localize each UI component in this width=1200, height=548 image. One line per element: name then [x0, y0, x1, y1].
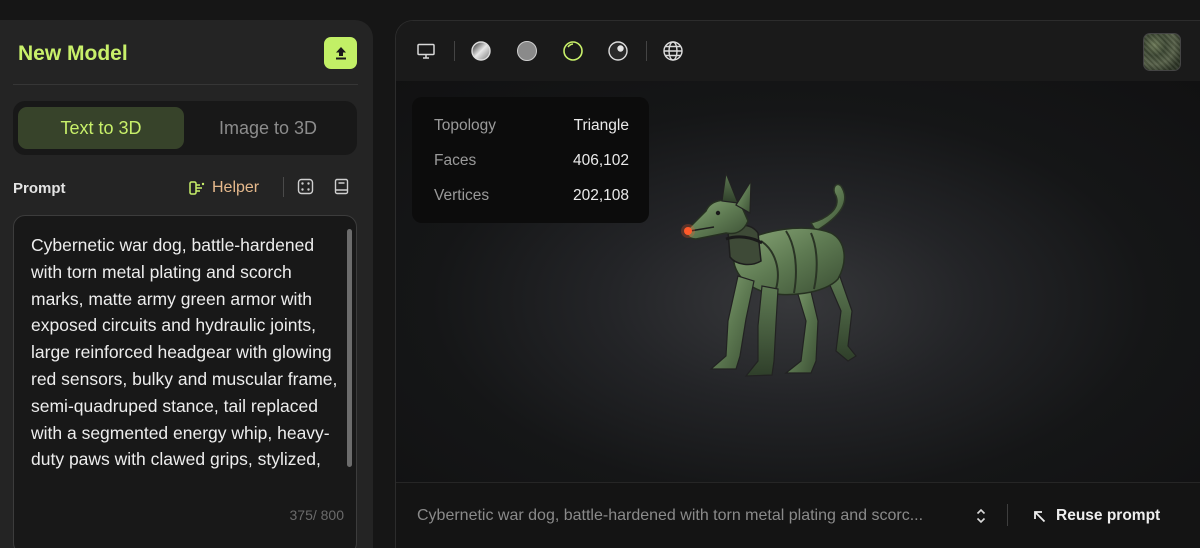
model-viewer: Topology Triangle Faces 406,102 Vertices… — [395, 20, 1200, 548]
stat-topology: Topology Triangle — [434, 117, 629, 135]
panel-title: New Model — [18, 42, 128, 65]
stat-label: Topology — [434, 117, 497, 134]
tab-text-to-3d[interactable]: Text to 3D — [18, 107, 184, 149]
monitor-icon[interactable] — [415, 40, 437, 62]
stat-faces: Faces 406,102 — [434, 152, 629, 170]
globe-icon[interactable] — [662, 40, 684, 62]
helper-label: Helper — [212, 179, 260, 196]
stat-value: Triangle — [573, 117, 629, 134]
prompt-textarea[interactable]: Cybernetic war dog, battle-hardened with… — [13, 215, 357, 548]
arrow-up-left-icon — [1032, 509, 1047, 524]
mode-tabs: Text to 3D Image to 3D — [13, 101, 357, 155]
footer-divider — [1007, 504, 1008, 526]
chevron-up-down-icon — [975, 507, 987, 525]
prompt-scrollbar[interactable] — [347, 229, 352, 467]
create-panel: New Model Text to 3D Image to 3D Prompt … — [0, 20, 373, 548]
mesh-stats-card: Topology Triangle Faces 406,102 Vertices… — [412, 97, 649, 223]
stat-value: 202,108 — [572, 187, 629, 204]
wireframe-ring-icon[interactable] — [562, 40, 584, 62]
prompt-library-button[interactable] — [333, 177, 350, 196]
helper-button[interactable]: Helper — [188, 177, 259, 199]
texture-thumbnail[interactable] — [1143, 33, 1181, 71]
tab-image-to-3d[interactable]: Image to 3D — [185, 107, 351, 149]
cyber-dog-model — [681, 170, 857, 377]
toolbar-separator — [454, 41, 455, 61]
stat-value: 406,102 — [572, 152, 629, 169]
header-divider — [13, 84, 358, 85]
solid-sphere-icon[interactable] — [516, 40, 538, 62]
reuse-prompt-label: Reuse prompt — [1056, 507, 1161, 524]
3d-canvas[interactable]: Topology Triangle Faces 406,102 Vertices… — [396, 81, 1200, 482]
stat-label: Vertices — [434, 187, 490, 204]
stat-label: Faces — [434, 152, 477, 169]
book-icon — [334, 178, 349, 195]
stat-vertices: Vertices 202,108 — [434, 187, 629, 205]
reuse-prompt-button[interactable]: Reuse prompt — [1032, 505, 1160, 527]
expand-prompt-button[interactable] — [974, 505, 988, 527]
toolbar-separator — [646, 41, 647, 61]
toolbar-divider — [283, 177, 284, 197]
random-prompt-button[interactable] — [296, 177, 315, 196]
upload-icon — [333, 45, 349, 61]
upload-button[interactable] — [324, 37, 357, 69]
footer-prompt-preview[interactable]: Cybernetic war dog, battle-hardened with… — [417, 507, 952, 525]
prompt-label: Prompt — [13, 180, 66, 197]
helper-icon — [188, 179, 206, 197]
dice-icon — [297, 178, 314, 195]
prompt-text[interactable]: Cybernetic war dog, battle-hardened with… — [31, 232, 343, 500]
shaded-sphere-icon[interactable] — [470, 40, 492, 62]
dual-sphere-icon[interactable] — [607, 40, 629, 62]
viewer-footer: Cybernetic war dog, battle-hardened with… — [396, 482, 1200, 548]
viewer-toolbar — [396, 21, 1200, 81]
character-count: 375/ 800 — [289, 507, 345, 523]
